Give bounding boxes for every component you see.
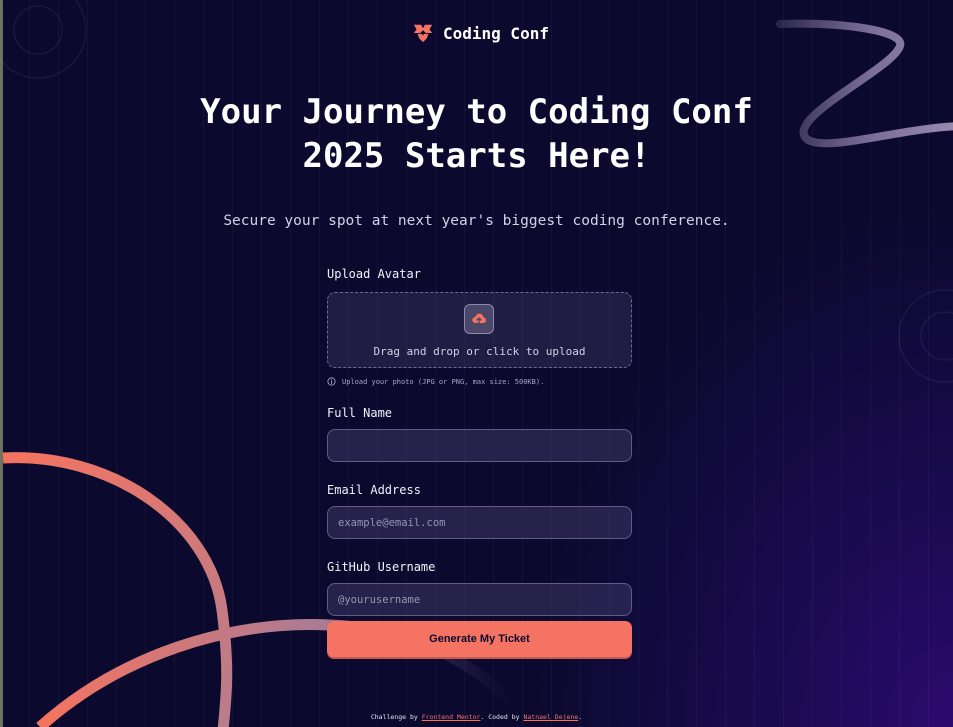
page-title-line2: 2025 Starts Here!: [302, 136, 651, 176]
email-field[interactable]: [327, 506, 632, 539]
full-name-field[interactable]: [327, 429, 632, 462]
author-link[interactable]: Natnael Dejene: [523, 713, 578, 721]
github-label: GitHub Username: [327, 560, 436, 574]
frontend-mentor-link[interactable]: Frontend Mentor: [422, 713, 481, 721]
page-title: Your Journey to Coding Conf 2025 Starts …: [0, 90, 953, 178]
footer-middle: . Coded by: [480, 713, 520, 721]
footer-prefix: Challenge by: [370, 713, 418, 721]
page-subtitle: Secure your spot at next year's biggest …: [223, 213, 730, 229]
upload-button[interactable]: [464, 304, 494, 334]
corner-circle-outer: [0, 0, 87, 79]
arc-large: [2, 452, 233, 727]
info-icon: [327, 377, 336, 386]
dropzone-text: Drag and drop or click to upload: [373, 345, 586, 358]
email-group: Email Address: [327, 483, 632, 539]
conference-logo-icon: [413, 24, 433, 43]
full-name-label: Full Name: [327, 406, 393, 420]
upload-hint-text: Upload your photo (JPG or PNG, max size:…: [342, 377, 545, 386]
full-name-group: Full Name: [327, 406, 632, 462]
side-circle-inner: [920, 311, 953, 361]
brand-logo[interactable]: Coding Conf: [412, 22, 549, 44]
avatar-label: Upload Avatar: [327, 267, 421, 281]
registration-form: Upload Avatar Drag and drop or click to …: [327, 267, 632, 616]
brand-name: Coding Conf: [443, 23, 549, 43]
side-circle-outer: [898, 289, 953, 383]
email-label: Email Address: [327, 483, 421, 497]
upload-hint: Upload your photo (JPG or PNG, max size:…: [327, 377, 632, 386]
footer-suffix: .: [578, 713, 583, 721]
avatar-dropzone[interactable]: Drag and drop or click to upload: [327, 292, 632, 368]
corner-circle-inner: [13, 5, 63, 55]
cloud-upload-icon: [472, 313, 486, 325]
footer-attribution: Challenge by Frontend Mentor. Coded by N…: [0, 713, 953, 721]
github-username-field[interactable]: [327, 583, 632, 616]
github-group: GitHub Username: [327, 560, 632, 616]
page-title-line1: Your Journey to Coding Conf: [200, 92, 753, 132]
generate-ticket-button[interactable]: Generate My Ticket: [327, 621, 632, 657]
